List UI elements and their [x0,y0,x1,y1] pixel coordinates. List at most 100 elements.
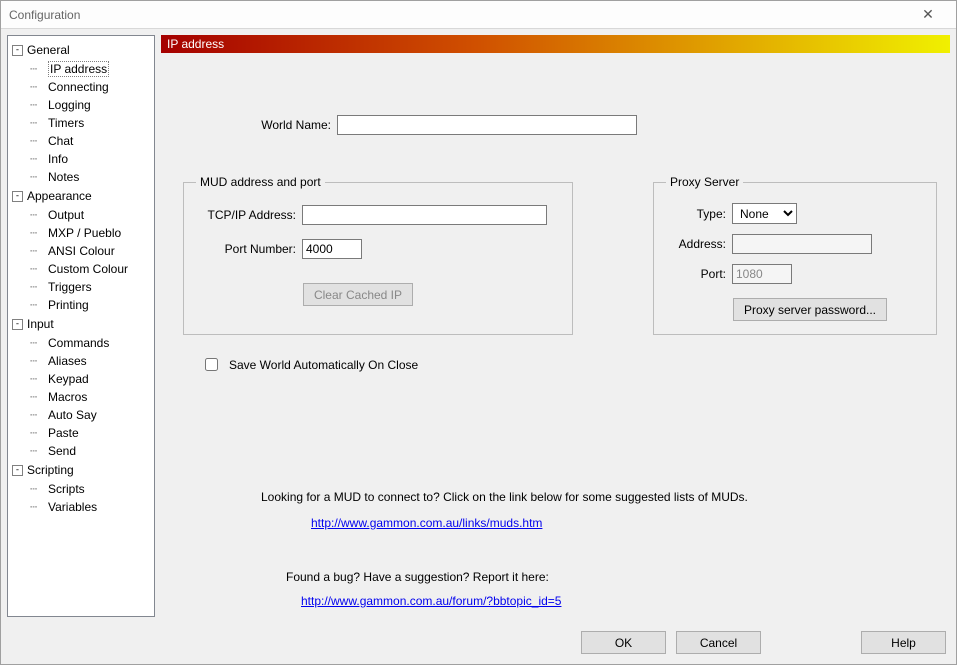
tree-item-label: Macros [48,390,87,404]
tree-connector-icon: ┄ [30,279,44,295]
proxy-password-button[interactable]: Proxy server password... [733,298,887,321]
tree-item-aliases[interactable]: ┄ Aliases [10,352,152,370]
tree-connector-icon: ┄ [30,335,44,351]
tree-item-ansi-colour[interactable]: ┄ANSI Colour [10,242,152,260]
tree-item-commands[interactable]: ┄ Commands [10,334,152,352]
tree-item-label: ANSI Colour [48,244,115,258]
tree-group-label: Input [27,316,54,332]
proxy-address-label: Address: [666,237,726,251]
tree-connector-icon: ┄ [30,353,44,369]
mud-prompt-text: Looking for a MUD to connect to? Click o… [261,490,748,504]
autosave-checkbox[interactable] [205,358,218,371]
tree-group-scripting[interactable]: -Scripting [10,460,152,480]
tree-connector-icon: ┄ [30,133,44,149]
tree-item-ip-address[interactable]: ┄IP address [10,60,152,78]
cancel-button[interactable]: Cancel [676,631,761,654]
tree-connector-icon: ┄ [30,297,44,313]
tree-connector-icon: ┄ [30,407,44,423]
proxy-port-input[interactable] [732,264,792,284]
tree-item-keypad[interactable]: ┄ Keypad [10,370,152,388]
tree-item-label: Keypad [48,372,89,386]
tree-item-label: Timers [48,116,84,130]
mud-fieldset: MUD address and port TCP/IP Address: Por… [183,175,573,335]
tree-item-label: Commands [48,336,109,350]
tree-item-label: Scripts [48,482,85,496]
tree-connector-icon: ┄ [30,207,44,223]
clear-cached-ip-button[interactable]: Clear Cached IP [303,283,413,306]
tree-connector-icon: ┄ [30,97,44,113]
tree-connector-icon: ┄ [30,151,44,167]
help-button[interactable]: Help [861,631,946,654]
tree-item-notes[interactable]: ┄Notes [10,168,152,186]
tree-item-chat[interactable]: ┄ Chat [10,132,152,150]
autosave-label: Save World Automatically On Close [229,358,418,372]
tree-item-label: Printing [48,298,89,312]
tree-item-custom-colour[interactable]: ┄Custom Colour [10,260,152,278]
tree-item-label: Info [48,152,68,166]
tree-item-info[interactable]: ┄ Info [10,150,152,168]
collapse-icon[interactable]: - [12,45,23,56]
tree-connector-icon: ┄ [30,61,44,77]
dialog-buttons: OK Cancel Help [1,623,956,664]
config-window: Configuration ✕ -General┄IP address┄Conn… [0,0,957,665]
page-title: IP address [167,37,224,51]
tree-connector-icon: ┄ [30,389,44,405]
proxy-type-select[interactable]: None [732,203,797,224]
tree-group-label: General [27,42,70,58]
tree-item-paste[interactable]: ┄Paste [10,424,152,442]
tree-item-label: Output [48,208,84,222]
collapse-icon[interactable]: - [12,191,23,202]
tree-item-macros[interactable]: ┄ Macros [10,388,152,406]
tree-item-variables[interactable]: ┄Variables [10,498,152,516]
tree-connector-icon: ┄ [30,481,44,497]
tree-item-label: MXP / Pueblo [48,226,121,240]
tree-item-auto-say[interactable]: ┄Auto Say [10,406,152,424]
tree-item-label: Chat [48,134,73,148]
tree-item-scripts[interactable]: ┄ Scripts [10,480,152,498]
tree-item-label: IP address [48,61,109,77]
tree-group-appearance[interactable]: -Appearance [10,186,152,206]
port-input[interactable] [302,239,362,259]
proxy-type-label: Type: [666,207,726,221]
tree-connector-icon: ┄ [30,169,44,185]
tcpip-input[interactable] [302,205,547,225]
tree-connector-icon: ┄ [30,371,44,387]
proxy-address-input[interactable] [732,234,872,254]
tree-connector-icon: ┄ [30,261,44,277]
tree-item-mxp-pueblo[interactable]: ┄ MXP / Pueblo [10,224,152,242]
tree-connector-icon: ┄ [30,225,44,241]
tree-item-connecting[interactable]: ┄Connecting [10,78,152,96]
collapse-icon[interactable]: - [12,319,23,330]
tree-item-label: Send [48,444,76,458]
world-name-label: World Name: [221,118,331,132]
tree-item-triggers[interactable]: ┄Triggers [10,278,152,296]
category-tree[interactable]: -General┄IP address┄Connecting┄Logging┄T… [7,35,155,617]
tree-group-input[interactable]: -Input [10,314,152,334]
tree-item-label: Paste [48,426,79,440]
mud-list-link[interactable]: http://www.gammon.com.au/links/muds.htm [311,516,542,530]
port-label: Port Number: [196,242,296,256]
tree-connector-icon: ┄ [30,443,44,459]
tree-group-general[interactable]: -General [10,40,152,60]
tree-item-timers[interactable]: ┄Timers [10,114,152,132]
bug-report-link[interactable]: http://www.gammon.com.au/forum/?bbtopic_… [301,594,561,608]
ok-button[interactable]: OK [581,631,666,654]
tree-item-label: Logging [48,98,91,112]
tree-group-label: Scripting [27,462,74,478]
tree-item-label: Aliases [48,354,87,368]
close-icon[interactable]: ✕ [908,4,948,26]
titlebar: Configuration ✕ [1,1,956,29]
proxy-legend: Proxy Server [666,175,743,189]
page-banner: IP address [161,35,950,53]
tree-item-output[interactable]: ┄ Output [10,206,152,224]
tree-item-printing[interactable]: ┄ Printing [10,296,152,314]
tree-connector-icon: ┄ [30,79,44,95]
proxy-port-label: Port: [666,267,726,281]
tree-item-label: Variables [48,500,97,514]
collapse-icon[interactable]: - [12,465,23,476]
window-title: Configuration [9,8,908,22]
tree-item-send[interactable]: ┄ Send [10,442,152,460]
tree-item-logging[interactable]: ┄ Logging [10,96,152,114]
world-name-input[interactable] [337,115,637,135]
content-pane: IP address World Name: MUD address and p… [161,35,950,617]
